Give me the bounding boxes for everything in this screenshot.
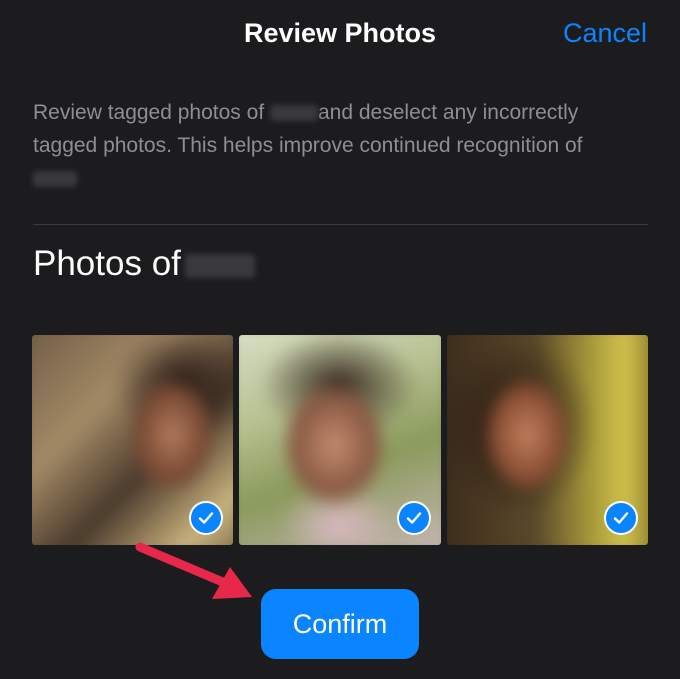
checkmark-icon[interactable] — [189, 501, 223, 535]
photo-strip — [0, 335, 680, 545]
description-part-1: Review tagged photos of — [33, 101, 270, 124]
redacted-name — [184, 253, 255, 278]
redacted-name — [33, 171, 77, 188]
cancel-button[interactable]: Cancel — [563, 18, 647, 49]
divider — [33, 224, 648, 225]
section-title: Photos of — [33, 244, 255, 284]
redacted-name — [270, 105, 318, 122]
description-text: Review tagged photos of and deselect any… — [33, 96, 648, 195]
confirm-button[interactable]: Confirm — [261, 589, 419, 659]
checkmark-icon[interactable] — [397, 501, 431, 535]
annotation-arrow-icon — [135, 542, 252, 599]
photo-thumbnail[interactable] — [32, 335, 233, 545]
photo-thumbnail[interactable] — [239, 335, 441, 545]
photo-thumbnail[interactable] — [447, 335, 648, 545]
section-title-label: Photos of — [33, 244, 181, 283]
checkmark-icon[interactable] — [604, 501, 638, 535]
